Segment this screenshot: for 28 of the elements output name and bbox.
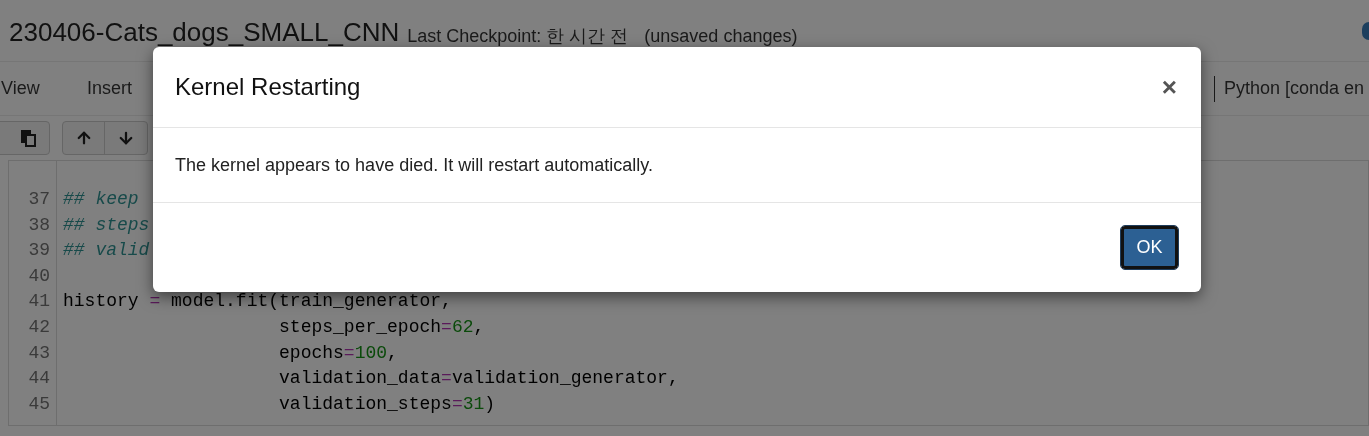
line-number: 40 (27, 264, 51, 288)
code-line: ## steps (63, 213, 150, 237)
code-line: ## keep (63, 188, 139, 211)
dialog-title: Kernel Restarting (175, 72, 361, 102)
notebook-title[interactable]: 230406-Cats_dogs_SMALL_CNN (9, 19, 400, 45)
line-number: 44 (27, 367, 51, 391)
code-line: history = model.fit(train_generator, (63, 290, 452, 314)
code-line: steps_per_epoch=62, (278, 315, 485, 339)
line-number: 39 (27, 239, 51, 263)
paste-button[interactable] (0, 121, 50, 155)
line-number: 42 (27, 315, 51, 339)
menu-item[interactable]: View (1, 75, 87, 102)
unsaved-status: (unsaved changes) (644, 27, 798, 45)
code-line: validation_steps=31) (278, 392, 496, 416)
paste-icon (19, 129, 37, 147)
code-line: epochs=100, (278, 341, 398, 365)
line-number: 41 (27, 290, 51, 314)
arrow-down-icon (117, 129, 135, 147)
line-number: 43 (27, 341, 51, 365)
checkpoint-status: Last Checkpoint: 한 시간 전 (407, 27, 629, 45)
close-button[interactable]: × (1161, 74, 1177, 100)
line-number: 37 (27, 188, 51, 211)
code-line: ## valid (63, 239, 150, 263)
ok-button[interactable]: OK (1121, 226, 1178, 269)
line-number: 45 (27, 392, 51, 416)
kernel-name[interactable]: Python [conda en (1224, 75, 1365, 102)
line-number: 38 (27, 213, 51, 237)
code-line: validation_data=validation_generator, (278, 367, 679, 391)
